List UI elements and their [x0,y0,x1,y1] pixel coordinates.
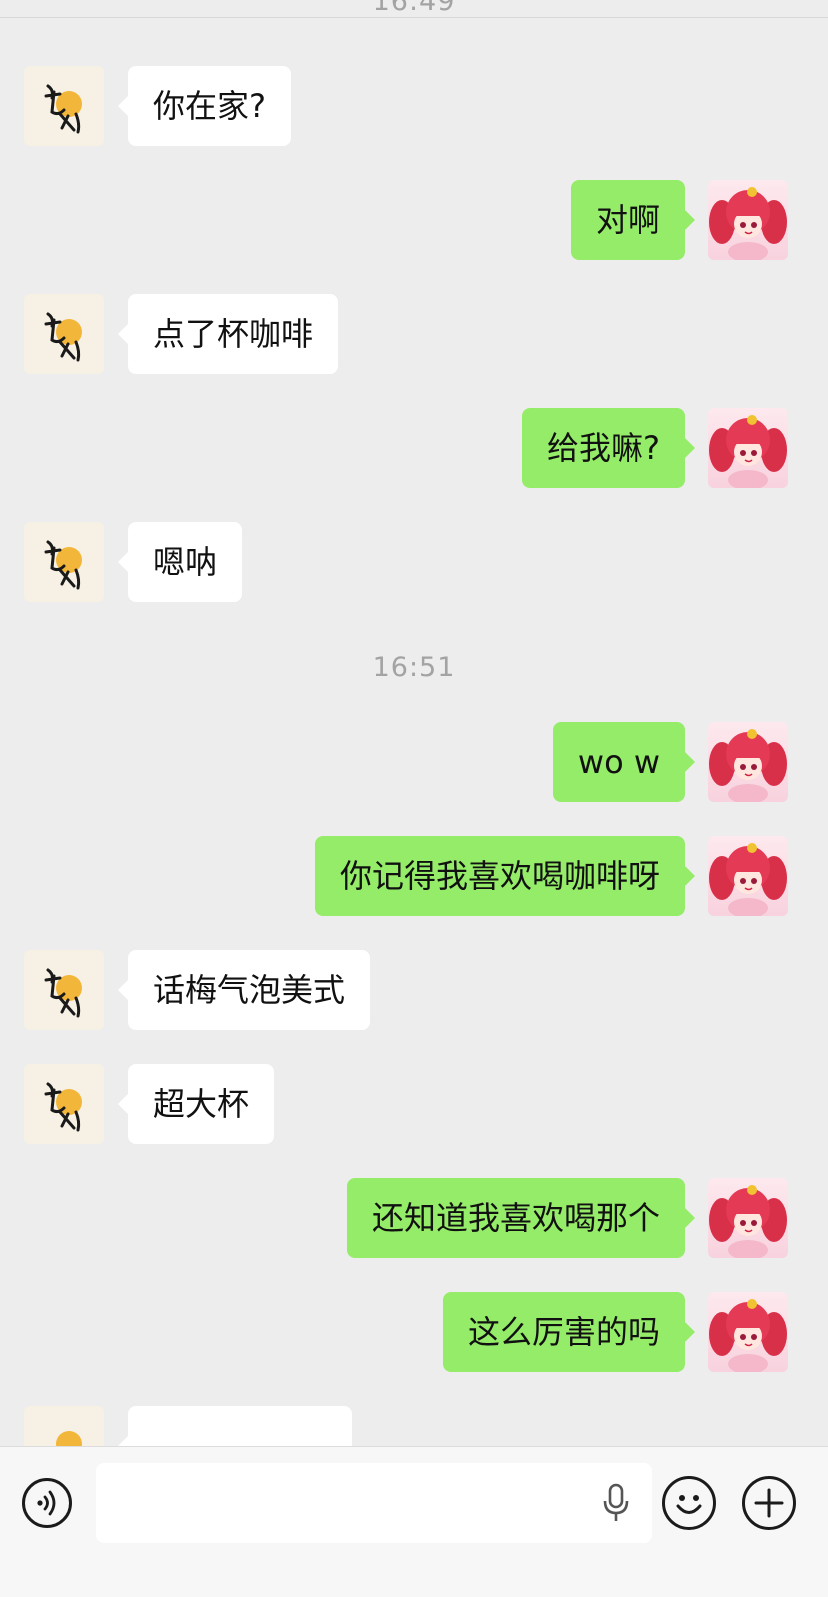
my-avatar[interactable] [708,1292,788,1372]
my-avatar[interactable] [708,836,788,916]
microphone-icon[interactable] [598,1483,634,1523]
message-bubble-peer[interactable]: 超大杯 [117,1064,275,1144]
message-bubble-me[interactable]: 对啊 [570,180,696,260]
message-bubble-me[interactable]: 你记得我喜欢喝咖啡呀 [314,836,696,916]
peer-avatar[interactable] [24,1064,104,1144]
input-bar [0,1446,828,1597]
my-avatar[interactable] [708,722,788,802]
message-bubble-peer[interactable]: 嗯呐 [117,522,243,602]
my-avatar[interactable] [708,180,788,260]
message-input[interactable] [96,1463,652,1543]
message-bubble-me[interactable]: 给我嘛? [522,408,695,488]
my-avatar[interactable] [708,1178,788,1258]
timestamp: 16:51 [372,652,456,683]
top-divider [0,17,828,18]
peer-avatar[interactable] [24,294,104,374]
message-bubble-peer[interactable]: 话梅气泡美式 [117,950,371,1030]
message-bubble-me[interactable]: 这么厉害的吗 [442,1292,696,1372]
message-bubble-peer[interactable]: 点了杯咖啡 [117,294,339,374]
plus-icon[interactable] [742,1476,796,1530]
my-avatar[interactable] [708,408,788,488]
timestamp: 16:49 [372,0,456,17]
peer-avatar[interactable] [24,66,104,146]
message-bubble-me[interactable]: wo w [552,722,696,802]
message-bubble-peer[interactable]: 你在家? [118,66,291,146]
emoji-icon[interactable] [662,1476,716,1530]
peer-avatar[interactable] [24,950,104,1030]
peer-avatar[interactable] [24,522,104,602]
voice-icon[interactable] [22,1478,72,1528]
message-bubble-me[interactable]: 还知道我喜欢喝那个 [346,1178,696,1258]
